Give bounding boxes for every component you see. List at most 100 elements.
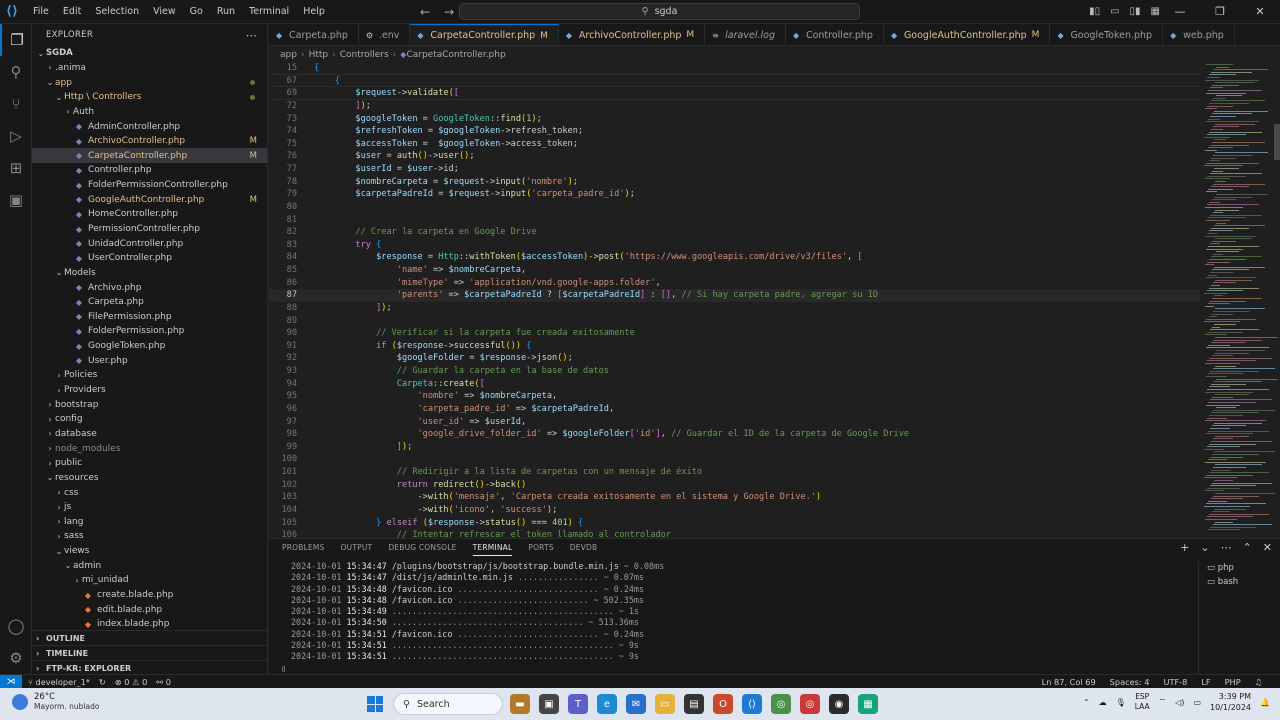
- remote-indicator-icon[interactable]: ⋊: [0, 674, 22, 689]
- folder-item[interactable]: › Providers: [32, 383, 267, 398]
- file-item[interactable]: ◆ HomeController.php: [32, 207, 267, 222]
- terminal-output[interactable]: 2024-10-01 15:34:47 /plugins/bootstrap/j…: [291, 561, 1191, 663]
- notifications-bell-icon[interactable]: ♫: [1255, 677, 1262, 687]
- calculator-app-icon[interactable]: ▦: [858, 694, 878, 714]
- file-item[interactable]: ◆ FolderPermissionController.php: [32, 178, 267, 193]
- panel-more-icon[interactable]: ⋯: [1221, 541, 1232, 554]
- breadcrumb-item[interactable]: CarpetaController.php: [406, 50, 505, 60]
- folder-item[interactable]: ⌄ views: [32, 544, 267, 559]
- notifications-bell-icon[interactable]: 🔔: [1260, 698, 1270, 707]
- cloud-icon[interactable]: ☁: [1099, 698, 1107, 707]
- code-line[interactable]: 88 ]);: [269, 302, 1200, 315]
- code-line[interactable]: 85 'name' => $nombreCarpeta,: [269, 264, 1200, 277]
- file-item[interactable]: ◆ GoogleAuthController.php M: [32, 192, 267, 207]
- code-line[interactable]: 78 $nombreCarpeta = $request->input('nom…: [269, 176, 1200, 189]
- code-line[interactable]: 98 'google_drive_folder_id' => $googleFo…: [269, 428, 1200, 441]
- back-arrow-icon[interactable]: ←: [420, 0, 430, 24]
- tab-googletoken-php[interactable]: ◆ GoogleToken.php: [1050, 24, 1164, 45]
- panel-tab-output[interactable]: OUTPUT: [341, 543, 373, 555]
- file-item[interactable]: ◆ AdminController.php: [32, 119, 267, 134]
- code-line[interactable]: 86 'mimeType' => 'application/vnd.google…: [269, 277, 1200, 290]
- other-browser-app-icon[interactable]: ◉: [829, 694, 849, 714]
- code-line[interactable]: 102 return redirect()->back(): [269, 479, 1200, 492]
- file-item[interactable]: ◆ Carpeta.php: [32, 295, 267, 310]
- terminal-instance[interactable]: ▭ bash: [1207, 575, 1280, 589]
- toggle-panel-icon[interactable]: ▭: [1110, 0, 1119, 24]
- folder-item[interactable]: › sass: [32, 529, 267, 544]
- customize-layout-icon[interactable]: ▦: [1151, 0, 1160, 24]
- code-line[interactable]: 100: [269, 453, 1200, 466]
- teams-app-icon[interactable]: T: [568, 694, 588, 714]
- menu-item-selection[interactable]: Selection: [88, 0, 146, 24]
- chrome-app-icon[interactable]: ◎: [771, 694, 791, 714]
- folder-item[interactable]: › node_modules: [32, 441, 267, 456]
- folder-item[interactable]: › Auth: [32, 105, 267, 120]
- code-line[interactable]: 83 try {: [269, 239, 1200, 252]
- new-terminal-icon[interactable]: +: [1180, 541, 1189, 554]
- panel-tab-debug-console[interactable]: DEBUG CONSOLE: [388, 543, 456, 555]
- file-item[interactable]: ◆ edit.blade.php: [32, 602, 267, 617]
- ftp-explorer-section[interactable]: › FTP-KR: EXPLORER: [32, 660, 267, 674]
- menu-item-go[interactable]: Go: [183, 0, 210, 24]
- timeline-section[interactable]: › TIMELINE: [32, 645, 267, 660]
- code-line[interactable]: 97 'user_id' => $userId,: [269, 416, 1200, 429]
- tab-web-php[interactable]: ◆ web.php: [1163, 24, 1235, 45]
- close-panel-icon[interactable]: ✕: [1263, 541, 1272, 554]
- remote-explorer-icon[interactable]: ▣: [0, 184, 32, 216]
- file-item[interactable]: ◆ FilePermission.php: [32, 310, 267, 325]
- start-button-icon[interactable]: [367, 696, 383, 712]
- restore-icon[interactable]: ❐: [1200, 0, 1240, 24]
- minimap-slider[interactable]: [1274, 124, 1280, 160]
- panel-tab-devdb[interactable]: DEVDB: [570, 543, 598, 555]
- tray-chevron-up-icon[interactable]: ⌃: [1083, 698, 1090, 707]
- minimap[interactable]: [1200, 62, 1280, 538]
- code-line[interactable]: 101 // Redirigir a la lista de carpetas …: [269, 466, 1200, 479]
- code-line[interactable]: 67 {: [269, 74, 1200, 88]
- file-item[interactable]: ◆ ArchivoController.php M: [32, 134, 267, 149]
- source-control-icon[interactable]: ⑂: [0, 88, 32, 120]
- folder-item[interactable]: › css: [32, 485, 267, 500]
- folder-item[interactable]: ⌄ admin: [32, 558, 267, 573]
- folder-item[interactable]: ⌄ Models: [32, 266, 267, 281]
- workspace-root[interactable]: ⌄ SGDA: [32, 46, 267, 61]
- file-item[interactable]: ◆ create.blade.php: [32, 588, 267, 603]
- folder-item[interactable]: › public: [32, 456, 267, 471]
- vscode-app-icon[interactable]: ⟨⟩: [742, 694, 762, 714]
- battery-icon[interactable]: ▭: [1193, 698, 1201, 707]
- close-icon[interactable]: ✕: [1240, 0, 1280, 24]
- notes-app-icon[interactable]: ▤: [684, 694, 704, 714]
- code-line[interactable]: 89: [269, 315, 1200, 328]
- file-explorer-app-icon[interactable]: ▬: [510, 694, 530, 714]
- breadcrumb-item[interactable]: Http: [309, 50, 329, 60]
- minimize-icon[interactable]: —: [1160, 0, 1200, 24]
- language-mode[interactable]: PHP: [1225, 677, 1241, 687]
- code-line[interactable]: 87 'parents' => $carpetaPadreId ? [$carp…: [269, 289, 1200, 302]
- code-line[interactable]: 77 $userId = $user->id;: [269, 163, 1200, 176]
- input-language[interactable]: ESP LAA: [1135, 692, 1150, 712]
- folder-item[interactable]: › config: [32, 412, 267, 427]
- task-view-app-icon[interactable]: ▣: [539, 694, 559, 714]
- code-line[interactable]: 15 {: [269, 62, 1200, 75]
- panel-tab-terminal[interactable]: TERMINAL: [472, 543, 513, 556]
- indentation[interactable]: Spaces: 4: [1110, 677, 1150, 687]
- volume-icon[interactable]: ◁): [1175, 698, 1184, 707]
- breadcrumb-item[interactable]: Controllers: [340, 50, 389, 60]
- folder-app-icon[interactable]: ▭: [655, 694, 675, 714]
- microphone-icon[interactable]: 🎙: [1116, 698, 1126, 707]
- cursor-position[interactable]: Ln 87, Col 69: [1042, 677, 1096, 687]
- code-line[interactable]: 75 $accessToken = $googleToken->access_t…: [269, 138, 1200, 151]
- tab-laravel-log[interactable]: ≡ laravel.log: [705, 24, 786, 45]
- terminal-instance[interactable]: ▭ php: [1207, 561, 1280, 575]
- toggle-sidebar-icon[interactable]: ▮▯: [1089, 0, 1100, 24]
- folder-item[interactable]: › .anima: [32, 61, 267, 76]
- code-line[interactable]: 73 $googleToken = GoogleToken::find(1);: [269, 113, 1200, 126]
- taskbar-search[interactable]: ⚲ Search: [393, 693, 503, 715]
- ports-status[interactable]: ⚯ 0: [156, 677, 171, 687]
- code-line[interactable]: 72 ]);: [269, 100, 1200, 113]
- manage-gear-icon[interactable]: ⚙: [0, 642, 32, 674]
- mail-app-icon[interactable]: ✉: [626, 694, 646, 714]
- folder-item[interactable]: ⌄ Http \ Controllers: [32, 90, 267, 105]
- folder-item[interactable]: ⌄ resources: [32, 471, 267, 486]
- code-line[interactable]: 84 $response = Http::withToken($accessTo…: [269, 251, 1200, 264]
- folder-item[interactable]: › database: [32, 427, 267, 442]
